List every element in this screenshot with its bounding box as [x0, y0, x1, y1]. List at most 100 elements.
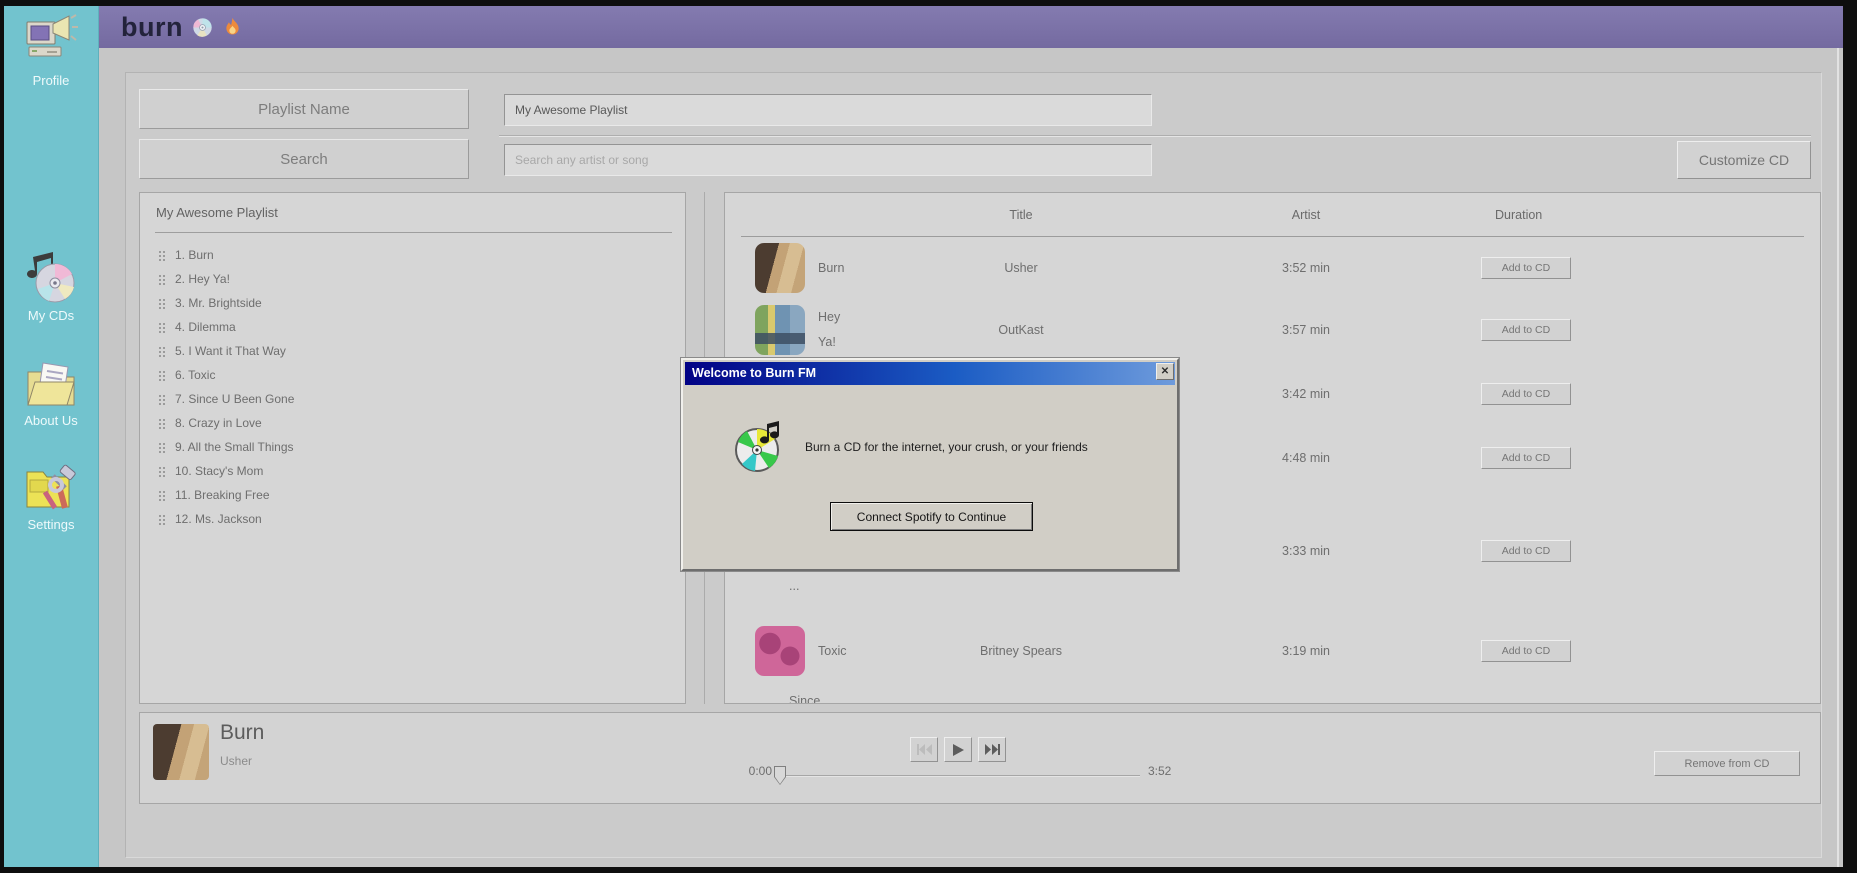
- sidebar-item-label: My CDs: [28, 308, 74, 323]
- drag-handle-icon[interactable]: [158, 346, 165, 357]
- add-cell: Add to CD: [1481, 447, 1804, 469]
- now-playing-artist: Usher: [220, 754, 252, 768]
- add-to-cd-button[interactable]: Add to CD: [1481, 540, 1571, 562]
- drag-handle-icon[interactable]: [158, 322, 165, 333]
- song-title: Burn: [818, 256, 844, 281]
- total-time: 3:52: [1148, 764, 1171, 778]
- playlist-item-label: 5. I Want it That Way: [175, 344, 286, 358]
- add-cell: Add to CD: [1481, 640, 1804, 662]
- add-to-cd-button[interactable]: Add to CD: [1481, 383, 1571, 405]
- song-title-line: Burn: [818, 256, 844, 281]
- sidebar-item-about-us[interactable]: About Us: [4, 354, 98, 428]
- window-title: burn: [121, 12, 183, 43]
- now-playing-title: Burn: [220, 721, 264, 745]
- playlist-name-input[interactable]: [504, 94, 1152, 126]
- drag-handle-icon[interactable]: [158, 250, 165, 261]
- playlist-item-label: 3. Mr. Brightside: [175, 296, 262, 310]
- artist-cell: Usher: [911, 261, 1131, 275]
- drag-handle-icon[interactable]: [158, 370, 165, 381]
- remove-from-cd-button[interactable]: Remove from CD: [1654, 751, 1800, 776]
- playlist-item[interactable]: 8. Crazy in Love: [140, 411, 685, 435]
- playlist-item[interactable]: 11. Breaking Free: [140, 483, 685, 507]
- sidebar: Profile My CDs About Us Settings: [4, 6, 99, 867]
- drag-handle-icon[interactable]: [158, 418, 165, 429]
- toolbar-divider: [499, 135, 1811, 137]
- playlist-item[interactable]: 3. Mr. Brightside: [140, 291, 685, 315]
- track-row: HeyYa!OutKast3:57 minAdd to CD: [741, 299, 1804, 361]
- app-screen: Profile My CDs About Us Settings burn Playl…: [0, 0, 1857, 873]
- playlist-item-label: 1. Burn: [175, 248, 214, 262]
- playlist-item[interactable]: 5. I Want it That Way: [140, 339, 685, 363]
- song-title: HeyYa!: [818, 305, 840, 355]
- track-row: Since: [741, 689, 1804, 704]
- welcome-dialog: Welcome to Burn FM ✕ Burn a CD for the i…: [681, 358, 1179, 571]
- seek-bar[interactable]: [780, 775, 1140, 777]
- add-to-cd-button[interactable]: Add to CD: [1481, 319, 1571, 341]
- album-art: [755, 626, 805, 676]
- album-art: [755, 305, 805, 355]
- song-title-line: Ya!: [818, 330, 840, 355]
- drag-handle-icon[interactable]: [158, 298, 165, 309]
- duration-cell: 3:52 min: [1131, 261, 1481, 275]
- sidebar-item-profile[interactable]: Profile: [4, 14, 98, 88]
- now-playing-art: [153, 724, 209, 780]
- seek-thumb[interactable]: [774, 766, 786, 785]
- main-area: Playlist Name Search Customize CD My Awe…: [99, 48, 1843, 867]
- search-input[interactable]: [504, 144, 1152, 176]
- folder-document-icon: [23, 354, 79, 410]
- drag-handle-icon[interactable]: [158, 490, 165, 501]
- album-art: [755, 243, 805, 293]
- next-track-button[interactable]: [978, 737, 1006, 762]
- track-table-header: Title Artist Duration: [741, 193, 1804, 237]
- elapsed-time: 0:00: [730, 764, 772, 778]
- playlist-item-label: 12. Ms. Jackson: [175, 512, 262, 526]
- titlebar: burn: [99, 6, 1843, 48]
- connect-spotify-button[interactable]: Connect Spotify to Continue: [830, 502, 1033, 531]
- drag-handle-icon[interactable]: [158, 514, 165, 525]
- music-note-cd-icon: [23, 249, 79, 305]
- playlist-item[interactable]: 6. Toxic: [140, 363, 685, 387]
- playlist-item[interactable]: 2. Hey Ya!: [140, 267, 685, 291]
- add-cell: Add to CD: [1481, 383, 1804, 405]
- sidebar-item-my-cds[interactable]: My CDs: [4, 249, 98, 323]
- playlist-item[interactable]: 9. All the Small Things: [140, 435, 685, 459]
- playlist-item[interactable]: 10. Stacy's Mom: [140, 459, 685, 483]
- sidebar-item-settings[interactable]: Settings: [4, 458, 98, 532]
- dialog-message: Burn a CD for the internet, your crush, …: [805, 440, 1088, 454]
- song-title-line: Toxic: [818, 639, 846, 664]
- previous-track-button[interactable]: [910, 737, 938, 762]
- add-to-cd-button[interactable]: Add to CD: [1481, 447, 1571, 469]
- playlist-item[interactable]: 4. Dilemma: [140, 315, 685, 339]
- add-to-cd-button[interactable]: Add to CD: [1481, 640, 1571, 662]
- drag-handle-icon[interactable]: [158, 442, 165, 453]
- player-bar: Burn Usher 0:00 3:52 Rem: [139, 712, 1821, 804]
- sidebar-item-label: Profile: [33, 73, 70, 88]
- playlist-name-button[interactable]: Playlist Name: [139, 89, 469, 129]
- artist-cell: OutKast: [911, 323, 1131, 337]
- artist-cell: Britney Spears: [911, 644, 1131, 658]
- drag-handle-icon[interactable]: [158, 394, 165, 405]
- add-to-cd-button[interactable]: Add to CD: [1481, 257, 1571, 279]
- search-button[interactable]: Search: [139, 139, 469, 179]
- song-title-line: Since: [789, 689, 820, 704]
- playlist-item[interactable]: 12. Ms. Jackson: [140, 507, 685, 531]
- add-cell: Add to CD: [1481, 540, 1804, 562]
- song-cell: Since: [741, 689, 911, 704]
- playlist-item-label: 10. Stacy's Mom: [175, 464, 263, 478]
- playlist-item-label: 7. Since U Been Gone: [175, 392, 294, 406]
- drag-handle-icon[interactable]: [158, 466, 165, 477]
- play-button[interactable]: [944, 737, 972, 762]
- drag-handle-icon[interactable]: [158, 274, 165, 285]
- add-cell: Add to CD: [1481, 257, 1804, 279]
- customize-cd-button[interactable]: Customize CD: [1677, 141, 1811, 179]
- playlist-item[interactable]: 1. Burn: [140, 243, 685, 267]
- playlist-item-label: 8. Crazy in Love: [175, 416, 262, 430]
- folder-tools-icon: [23, 458, 79, 514]
- sidebar-item-label: Settings: [28, 517, 75, 532]
- dialog-titlebar: Welcome to Burn FM: [685, 362, 1175, 385]
- header-title: Title: [911, 208, 1131, 222]
- header-artist: Artist: [1131, 208, 1481, 222]
- playlist-item[interactable]: 7. Since U Been Gone: [140, 387, 685, 411]
- playlist-items: 1. Burn 2. Hey Ya! 3. Mr. Brightside 4. Dil…: [140, 243, 685, 531]
- close-icon[interactable]: ✕: [1156, 363, 1174, 380]
